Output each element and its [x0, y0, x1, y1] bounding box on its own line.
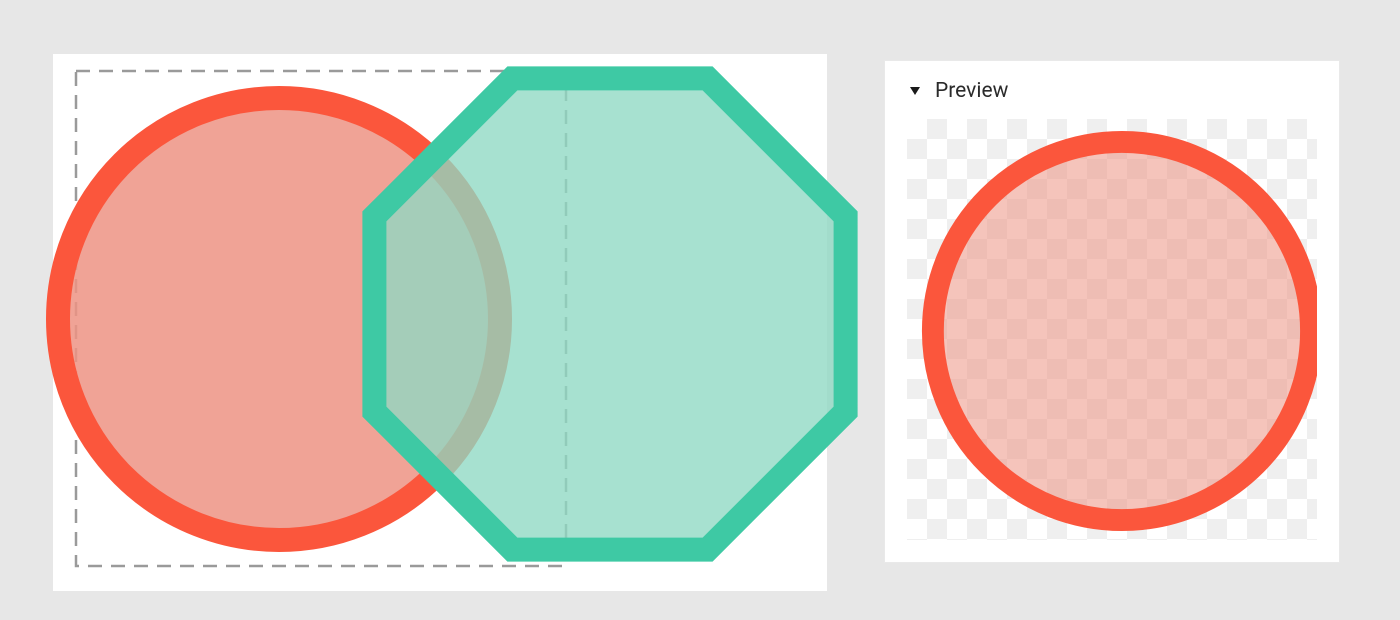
preview-svg [907, 119, 1317, 540]
canvas-area[interactable] [53, 54, 827, 591]
preview-body [907, 119, 1317, 540]
canvas-svg[interactable] [53, 54, 827, 591]
preview-panel: Preview [884, 60, 1340, 563]
preview-shape-circle [933, 142, 1311, 520]
disclosure-triangle-icon[interactable] [907, 83, 923, 99]
preview-title: Preview [935, 79, 1008, 103]
shape-octagon[interactable] [374, 78, 845, 549]
preview-header[interactable]: Preview [885, 61, 1339, 115]
workspace: Preview [0, 0, 1400, 620]
